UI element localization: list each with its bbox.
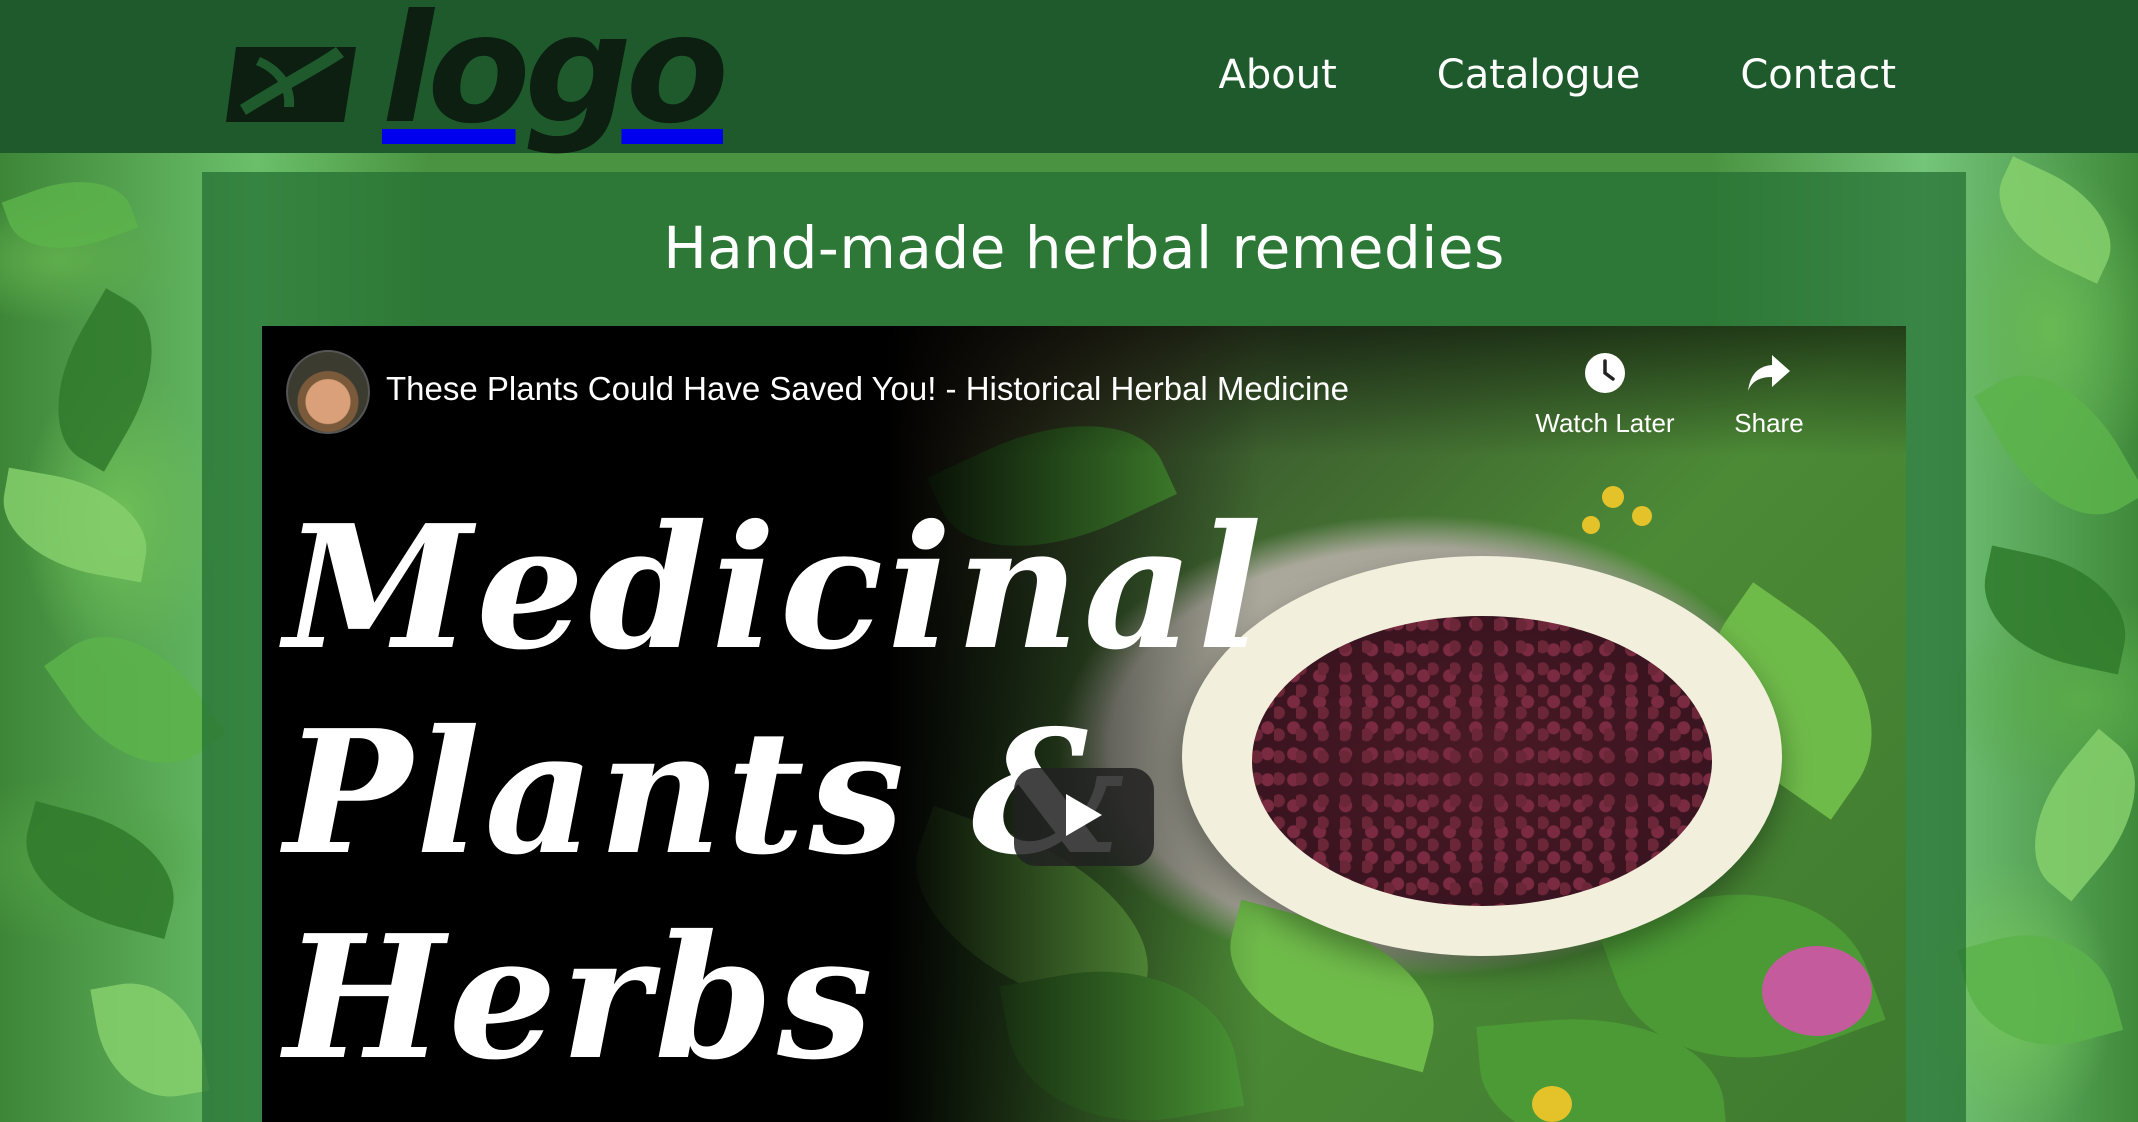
video-title-link[interactable]: These Plants Could Have Saved You! - His… bbox=[386, 370, 1349, 408]
channel-avatar[interactable] bbox=[286, 350, 370, 434]
nav-catalogue-link[interactable]: Catalogue bbox=[1437, 52, 1641, 98]
nav-about-link[interactable]: About bbox=[1219, 52, 1337, 98]
play-button[interactable] bbox=[1014, 768, 1154, 866]
watch-later-button[interactable]: Watch Later bbox=[1530, 350, 1680, 439]
nav-contact-link[interactable]: Contact bbox=[1740, 52, 1896, 98]
share-button[interactable]: Share bbox=[1694, 350, 1844, 439]
embedded-video[interactable]: Medicinal Plants & Herbs These Plants Co… bbox=[262, 326, 1906, 1122]
logo-mark-icon bbox=[226, 27, 356, 137]
main-nav: About Catalogue Contact bbox=[1219, 0, 1896, 150]
main-content: Hand-made herbal remedies Medicinal Plan… bbox=[202, 172, 1966, 1122]
berries-image bbox=[1252, 616, 1712, 906]
share-label: Share bbox=[1734, 408, 1804, 438]
watch-later-label: Watch Later bbox=[1535, 408, 1675, 438]
site-logo[interactable]: logo bbox=[226, 0, 729, 157]
share-arrow-icon bbox=[1746, 350, 1792, 396]
play-icon bbox=[1064, 792, 1104, 842]
page-heading: Hand-made herbal remedies bbox=[663, 214, 1505, 282]
clock-icon bbox=[1582, 350, 1628, 396]
site-header: logo About Catalogue Contact bbox=[0, 0, 2138, 153]
logo-text: logo bbox=[382, 0, 729, 157]
